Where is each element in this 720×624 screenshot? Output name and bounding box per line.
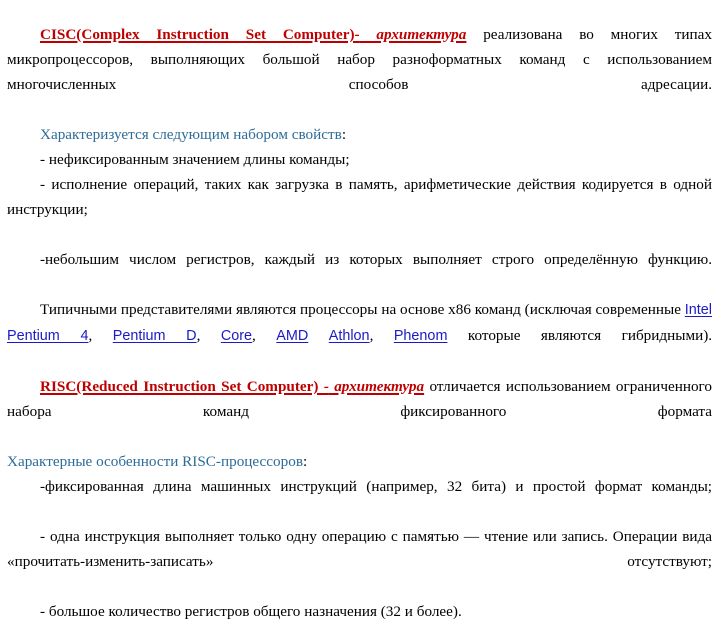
cisc-heading: CISC(Complex Instruction Set Computer)- …	[40, 26, 466, 43]
cisc-properties-lead-text: Характеризуется следующим набором свойст…	[40, 126, 342, 143]
risc-features-lead: Характерные особенности RISC-процессоров…	[7, 449, 712, 474]
link-separator-1: ,	[88, 327, 113, 344]
link-space-2	[308, 327, 328, 344]
link-pentium-4[interactable]: Pentium 4	[7, 328, 88, 344]
link-intel[interactable]: Intel	[685, 302, 712, 318]
cisc-bullet-3: -небольшим числом регистров, каждый из к…	[40, 251, 712, 268]
risc-heading-main: RISC(Reduced Instruction Set Computer) -	[40, 378, 329, 395]
risc-features-lead-colon: :	[303, 453, 308, 470]
link-phenom[interactable]: Phenom	[394, 328, 448, 344]
risc-bullet-1: -фиксированная длина машинных инструкций…	[40, 478, 712, 495]
cisc-properties-lead: Характеризуется следующим набором свойст…	[7, 122, 712, 147]
link-core[interactable]: Core	[221, 328, 252, 344]
link-amd[interactable]: AMD	[276, 328, 308, 344]
link-separator-2: ,	[196, 327, 221, 344]
cisc-bullet-2: - исполнение операций, таких как загрузк…	[7, 176, 712, 218]
cisc-representatives-prefix: Типичными представителями являются проце…	[40, 301, 685, 318]
risc-intro-paragraph: RISC(Reduced Instruction Set Computer) -…	[7, 374, 712, 449]
risc-bullet-3: - большое количество регистров общего на…	[40, 603, 462, 620]
cisc-bullet-1: - нефиксированным значением длины команд…	[40, 151, 350, 168]
risc-bullet-2: - одна инструкция выполняет только одну …	[7, 528, 712, 570]
cisc-representatives-suffix: которые являются гибридными).	[447, 327, 713, 344]
cisc-heading-italic: архитектура	[359, 26, 467, 43]
slide-canvas: CISC(Complex Instruction Set Computer)- …	[0, 0, 720, 620]
cisc-heading-main: CISC(Complex Instruction Set Computer)-	[40, 26, 360, 43]
cisc-representatives-paragraph: Типичными представителями являются проце…	[7, 297, 712, 374]
cisc-intro-paragraph: CISC(Complex Instruction Set Computer)- …	[7, 22, 712, 122]
risc-features-lead-text: Характерные особенности RISC-процессоров	[7, 453, 303, 470]
link-athlon[interactable]: Athlon	[329, 328, 370, 344]
cisc-properties-lead-colon: :	[341, 126, 347, 143]
link-separator-3: ,	[252, 327, 277, 344]
link-separator-4: ,	[369, 327, 394, 344]
risc-heading-italic: архитектура	[328, 378, 425, 395]
risc-heading: RISC(Reduced Instruction Set Computer) -…	[40, 378, 424, 395]
link-pentium-d[interactable]: Pentium D	[113, 328, 197, 344]
slide-text-body: CISC(Complex Instruction Set Computer)- …	[7, 22, 712, 624]
